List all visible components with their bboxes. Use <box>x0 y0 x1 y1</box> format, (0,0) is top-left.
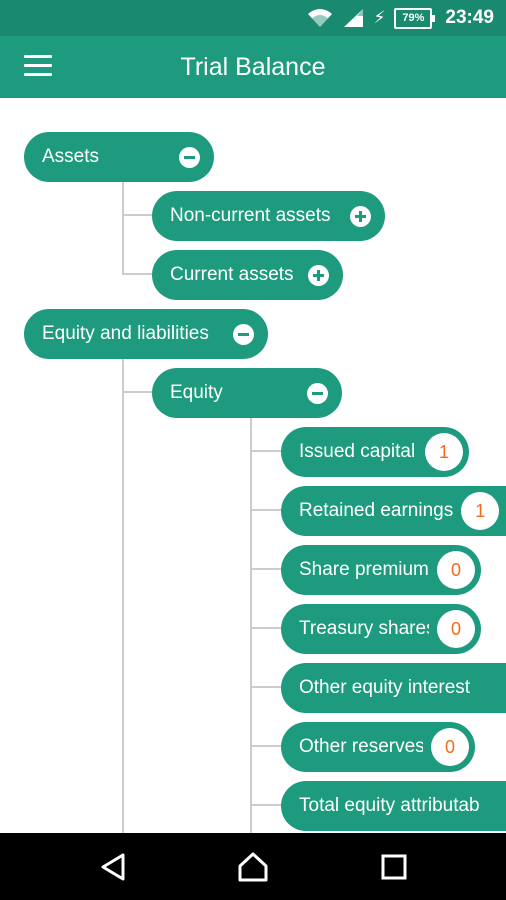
node-label: Issued capital <box>299 441 416 462</box>
tree-connector <box>250 509 282 511</box>
tree-node-equity[interactable]: Equity <box>152 368 342 418</box>
count-badge: 0 <box>437 610 475 648</box>
count-badge: 1 <box>425 433 463 471</box>
tree-connector <box>250 568 282 570</box>
tree-connector <box>122 273 154 275</box>
tree-connector <box>122 391 154 393</box>
count-badge: 0 <box>431 728 469 766</box>
tree-node-other-reserves[interactable]: Other reserves 0 <box>281 722 475 772</box>
charging-bolt-icon: ⚡ <box>373 8 386 27</box>
node-label: Other reserves <box>299 736 423 757</box>
collapse-icon[interactable] <box>307 382 328 404</box>
tree-node-share-premium[interactable]: Share premium 0 <box>281 545 481 595</box>
tree-node-non-current-assets[interactable]: Non-current assets <box>152 191 385 241</box>
tree-connector <box>122 214 154 216</box>
system-nav-bar <box>0 833 506 900</box>
node-label: Total equity attributab <box>299 795 480 816</box>
count-badge: 1 <box>461 492 500 530</box>
tree-node-other-equity-interest[interactable]: Other equity interest <box>281 663 506 713</box>
node-label: Retained earnings <box>299 500 454 521</box>
node-label: Equity and liabilities <box>42 323 209 344</box>
wifi-icon <box>308 9 333 27</box>
status-icons: ⚡ 79% 23:49 <box>307 0 494 36</box>
clock: 23:49 <box>445 7 494 28</box>
recents-square-icon[interactable] <box>374 847 414 887</box>
node-label: Current assets <box>170 264 294 285</box>
tree-connector <box>250 804 282 806</box>
tree-connector <box>250 417 252 833</box>
node-label: Assets <box>42 146 100 167</box>
tree-connector <box>250 627 282 629</box>
count-badge: 0 <box>437 551 475 589</box>
status-bar: ⚡ 79% 23:49 <box>0 0 506 36</box>
node-label: Treasury shares <box>299 618 429 639</box>
trial-balance-tree[interactable]: Assets Non-current assets Current assets… <box>0 98 506 833</box>
cell-signal-icon <box>344 9 364 27</box>
tree-node-assets[interactable]: Assets <box>24 132 214 182</box>
node-label: Equity <box>170 382 223 403</box>
collapse-icon[interactable] <box>179 146 200 168</box>
tree-node-equity-and-liabilities[interactable]: Equity and liabilities <box>24 309 268 359</box>
app-bar: Trial Balance <box>0 36 506 98</box>
tree-node-treasury-shares[interactable]: Treasury shares 0 <box>281 604 481 654</box>
collapse-icon[interactable] <box>233 323 254 345</box>
tree-connector <box>122 358 124 833</box>
node-label: Non-current assets <box>170 205 331 226</box>
tree-connector <box>122 181 124 275</box>
tree-node-issued-capital[interactable]: Issued capital 1 <box>281 427 469 477</box>
battery-percent: 79% <box>402 11 425 24</box>
battery-icon: 79% <box>394 7 436 29</box>
page-title: Trial Balance <box>180 53 326 81</box>
tree-connector <box>250 745 282 747</box>
hamburger-menu-icon[interactable] <box>24 55 52 77</box>
tree-connector <box>250 450 282 452</box>
home-icon[interactable] <box>233 847 273 887</box>
node-label: Other equity interest <box>299 677 471 698</box>
expand-icon[interactable] <box>350 205 371 227</box>
tree-connector <box>250 686 282 688</box>
tree-node-current-assets[interactable]: Current assets <box>152 250 343 300</box>
tree-node-total-equity-attributable[interactable]: Total equity attributab <box>281 781 506 831</box>
node-label: Share premium <box>299 559 429 580</box>
tree-node-retained-earnings[interactable]: Retained earnings 1 <box>281 486 506 536</box>
back-triangle-icon[interactable] <box>94 847 134 887</box>
expand-icon[interactable] <box>308 264 329 286</box>
